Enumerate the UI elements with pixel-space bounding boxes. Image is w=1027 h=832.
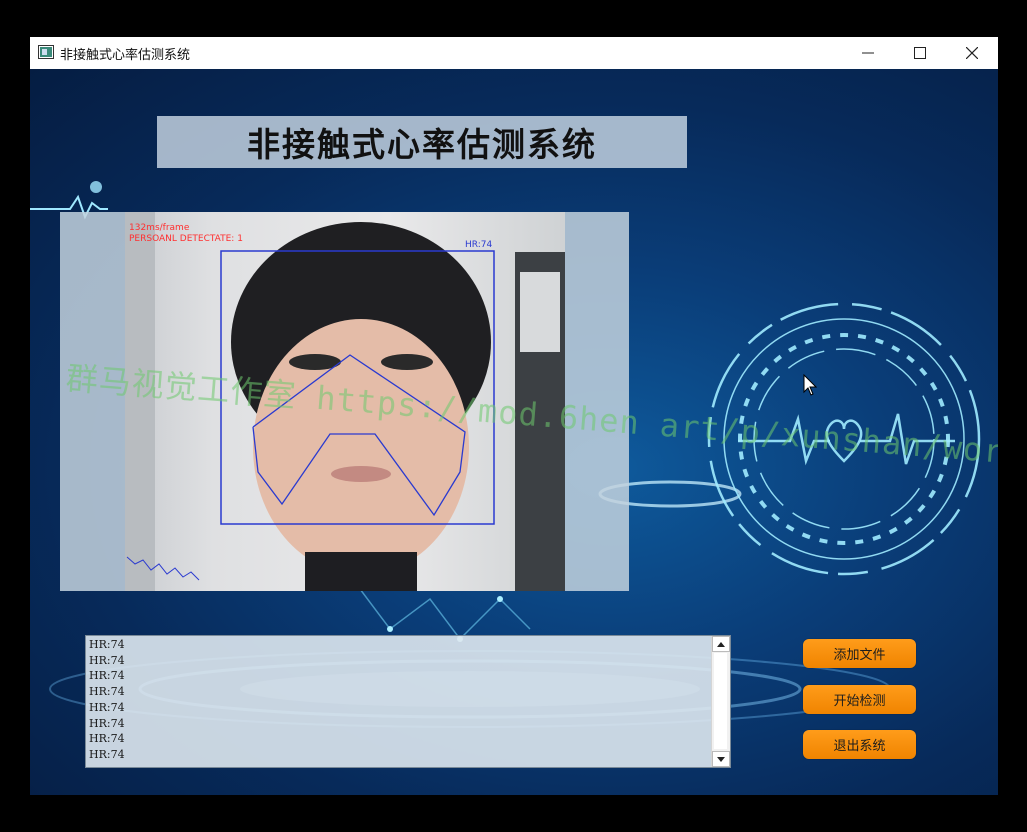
log-line: HR:74 <box>89 669 125 683</box>
log-line: HR:74 <box>89 700 125 714</box>
log-line: HR:74 <box>89 638 125 651</box>
app-icon <box>38 45 54 59</box>
scroll-down-button[interactable] <box>712 751 730 767</box>
mouse-cursor-icon <box>803 374 817 396</box>
log-line: HR:74 <box>89 653 125 667</box>
header-panel: 非接触式心率估测系统 <box>157 116 687 168</box>
maximize-button[interactable] <box>894 37 946 69</box>
main-area: 非接触式心率估测系统 132ms/frame PERSOANL DETECTATE… <box>30 69 998 795</box>
close-icon <box>966 47 978 59</box>
arrow-down-icon <box>717 756 725 762</box>
camera-view: 132ms/frame PERSOANL DETECTATE: 1 HR:74 <box>125 212 565 591</box>
app-window: 非接触式心率估测系统 非接触式心率估测系统 132ms/frame PERSOA… <box>30 37 998 795</box>
log-line: HR:74 <box>89 716 125 730</box>
log-scrollbar[interactable] <box>711 636 730 767</box>
title-bar[interactable]: 非接触式心率估测系统 <box>30 37 998 69</box>
page-title: 非接触式心率估测系统 <box>247 125 597 164</box>
window-title: 非接触式心率估测系统 <box>60 48 191 63</box>
minimize-icon <box>862 52 874 54</box>
hr-log-list: HR:74 HR:74 HR:74 HR:74 HR:74 HR:74 HR:7… <box>89 637 125 763</box>
hr-overlay-label: HR:74 <box>465 240 493 250</box>
face-detection-box <box>126 250 495 581</box>
minimize-button[interactable] <box>842 37 894 69</box>
log-line: HR:74 <box>89 747 125 761</box>
arrow-up-icon <box>717 641 725 647</box>
hr-log-box[interactable]: HR:74 HR:74 HR:74 HR:74 HR:74 HR:74 HR:7… <box>85 635 731 768</box>
close-button[interactable] <box>946 37 998 69</box>
log-line: HR:74 <box>89 685 125 699</box>
scroll-up-button[interactable] <box>712 636 730 652</box>
exit-system-button[interactable]: 退出系统 <box>803 730 916 759</box>
scroll-thumb[interactable] <box>714 653 727 749</box>
start-detect-button[interactable]: 开始检测 <box>803 685 916 714</box>
add-file-button[interactable]: 添加文件 <box>803 639 916 668</box>
maximize-icon <box>914 47 926 59</box>
log-line: HR:74 <box>89 732 125 746</box>
